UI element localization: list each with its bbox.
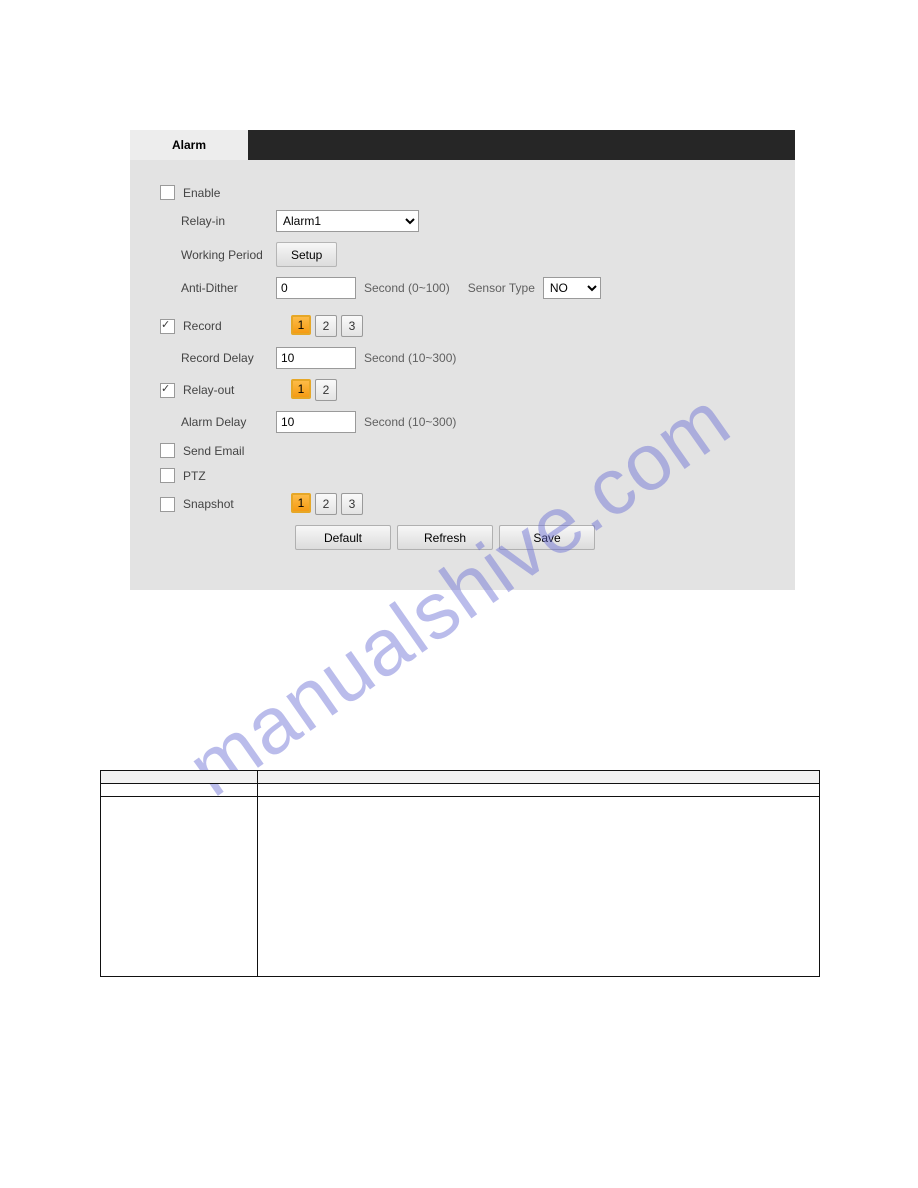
sensor-type-label: Sensor Type xyxy=(468,281,535,295)
anti-dither-label: Anti-Dither xyxy=(181,281,276,295)
relay-out-channel-1[interactable]: 1 xyxy=(291,379,311,399)
relay-in-select[interactable]: Alarm1 xyxy=(276,210,419,232)
default-button[interactable]: Default xyxy=(295,525,391,550)
table-header-1 xyxy=(101,771,258,784)
record-channel-3[interactable]: 3 xyxy=(341,315,363,337)
record-checkbox[interactable] xyxy=(160,319,175,334)
tab-bar-remainder xyxy=(248,130,795,160)
table-header-row xyxy=(101,771,820,784)
snapshot-channel-group: 1 2 3 xyxy=(291,493,363,515)
sensor-type-select[interactable]: NO xyxy=(543,277,601,299)
ptz-checkbox[interactable] xyxy=(160,468,175,483)
tab-bar: Alarm xyxy=(130,130,795,160)
table-cell xyxy=(101,797,258,977)
table-header-2 xyxy=(258,771,820,784)
refresh-button[interactable]: Refresh xyxy=(397,525,493,550)
working-period-label: Working Period xyxy=(181,248,276,262)
relay-out-label: Relay-out xyxy=(183,383,291,397)
relay-out-channel-2[interactable]: 2 xyxy=(315,379,337,401)
relay-out-checkbox[interactable] xyxy=(160,383,175,398)
anti-dither-unit: Second (0~100) xyxy=(364,281,450,295)
send-email-checkbox[interactable] xyxy=(160,443,175,458)
alarm-delay-label: Alarm Delay xyxy=(181,415,276,429)
snapshot-label: Snapshot xyxy=(183,497,291,511)
enable-label: Enable xyxy=(183,186,220,200)
record-channel-group: 1 2 3 xyxy=(291,315,363,337)
anti-dither-input[interactable] xyxy=(276,277,356,299)
relay-out-channel-group: 1 2 xyxy=(291,379,337,401)
table-cell xyxy=(258,797,820,977)
save-button[interactable]: Save xyxy=(499,525,595,550)
alarm-delay-input[interactable] xyxy=(276,411,356,433)
record-delay-input[interactable] xyxy=(276,347,356,369)
record-channel-1[interactable]: 1 xyxy=(291,315,311,335)
table-row xyxy=(101,784,820,797)
relay-in-label: Relay-in xyxy=(181,214,276,228)
table-cell xyxy=(101,784,258,797)
alarm-settings-panel: Alarm Enable Relay-in Alarm1 Working P xyxy=(130,130,795,590)
ptz-label: PTZ xyxy=(183,469,206,483)
table-row xyxy=(101,797,820,977)
parameter-table xyxy=(100,770,820,977)
snapshot-channel-2[interactable]: 2 xyxy=(315,493,337,515)
record-delay-label: Record Delay xyxy=(181,351,276,365)
record-channel-2[interactable]: 2 xyxy=(315,315,337,337)
alarm-delay-unit: Second (10~300) xyxy=(364,415,456,429)
enable-checkbox[interactable] xyxy=(160,185,175,200)
tab-alarm[interactable]: Alarm xyxy=(130,130,248,160)
panel-body: Enable Relay-in Alarm1 Working Period Se… xyxy=(130,160,795,590)
setup-button[interactable]: Setup xyxy=(276,242,337,267)
snapshot-channel-1[interactable]: 1 xyxy=(291,493,311,513)
record-label: Record xyxy=(183,319,291,333)
snapshot-checkbox[interactable] xyxy=(160,497,175,512)
snapshot-channel-3[interactable]: 3 xyxy=(341,493,363,515)
send-email-label: Send Email xyxy=(183,444,244,458)
record-delay-unit: Second (10~300) xyxy=(364,351,456,365)
table-cell xyxy=(258,784,820,797)
